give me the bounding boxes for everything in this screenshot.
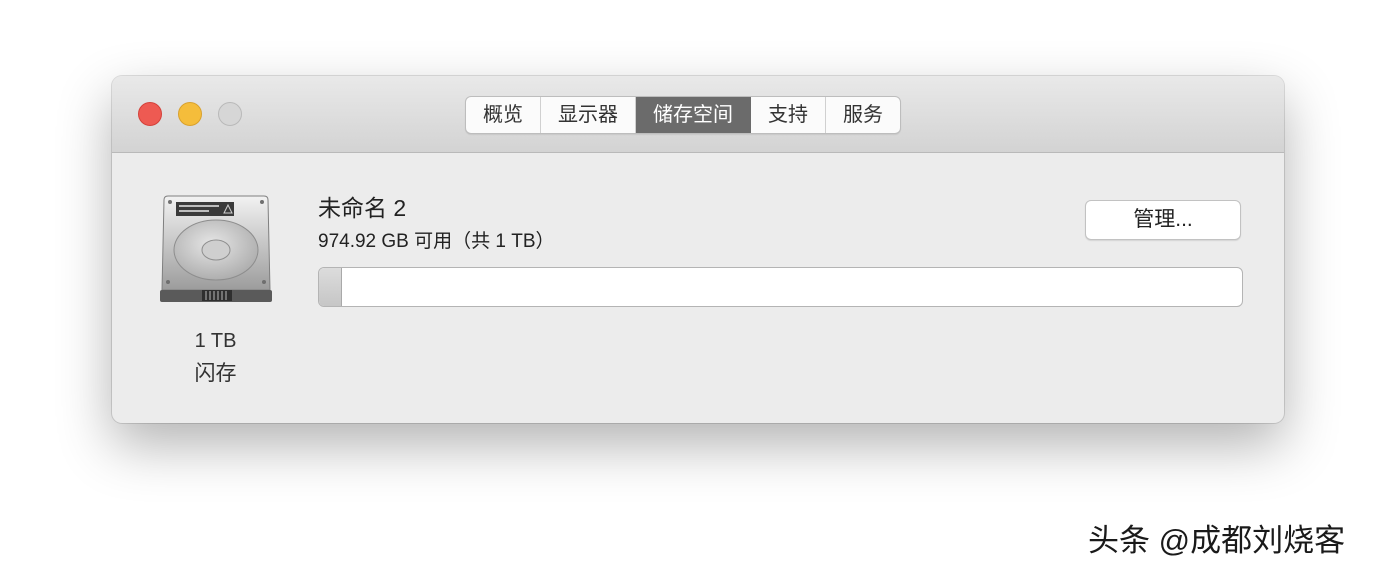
title-bar: 概览 显示器 储存空间 支持 服务 — [112, 76, 1284, 153]
volume-name: 未命名 2 — [318, 195, 407, 221]
hard-drive-icon — [160, 195, 272, 302]
tab-overview[interactable]: 概览 — [466, 97, 541, 133]
storage-used-segment — [319, 268, 343, 306]
disk-capacity-label: 1 TB — [194, 330, 237, 352]
tab-displays[interactable]: 显示器 — [541, 97, 636, 133]
tab-storage[interactable]: 储存空间 — [636, 97, 751, 133]
volume-usage-text: 974.92 GB 可用（共 1 TB） — [318, 231, 555, 252]
storage-usage-bar — [318, 267, 1243, 307]
close-button[interactable] — [138, 102, 162, 126]
tab-support[interactable]: 支持 — [751, 97, 826, 133]
tab-service[interactable]: 服务 — [826, 97, 900, 133]
manage-button[interactable]: 管理... — [1085, 200, 1241, 240]
about-this-mac-window: 概览 显示器 储存空间 支持 服务 1 TB 闪存 未命名 2 974.92 G… — [112, 76, 1284, 423]
disk-type-label: 闪存 — [194, 362, 237, 385]
zoom-button[interactable] — [218, 102, 242, 126]
minimize-button[interactable] — [178, 102, 202, 126]
tab-bar: 概览 显示器 储存空间 支持 服务 — [465, 96, 901, 134]
watermark-text: 头条 @成都刘烧客 — [1088, 523, 1346, 558]
